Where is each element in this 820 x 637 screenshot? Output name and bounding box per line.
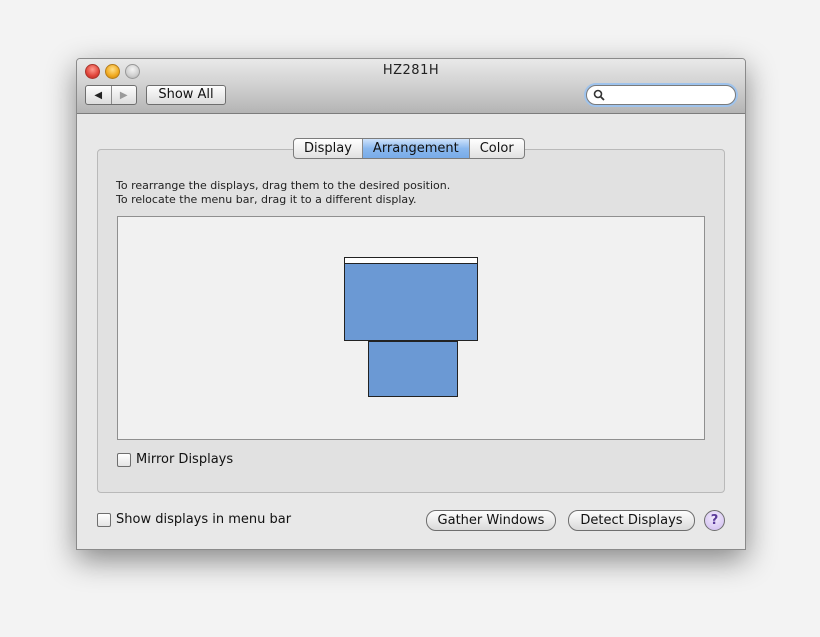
back-arrow-icon[interactable]: ◀ — [86, 86, 112, 104]
show-in-menu-bar-label: Show displays in menu bar — [116, 512, 292, 527]
detect-displays-button[interactable]: Detect Displays — [568, 510, 695, 531]
preferences-window: HZ281H ◀ ▶ Show All Display Arrangement … — [76, 58, 746, 550]
display-arrangement-area — [117, 216, 705, 440]
mirror-displays-row: Mirror Displays — [117, 452, 233, 467]
search-icon — [593, 89, 605, 101]
title-bar: HZ281H ◀ ▶ Show All — [77, 59, 745, 114]
help-button[interactable]: ? — [704, 510, 725, 531]
tab-bar: Display Arrangement Color — [293, 138, 525, 159]
arrangement-instructions: To rearrange the displays, drag them to … — [116, 179, 450, 207]
mirror-displays-checkbox[interactable] — [117, 452, 131, 467]
back-forward-control: ◀ ▶ — [85, 85, 137, 105]
primary-display-thumbnail[interactable] — [344, 263, 478, 341]
secondary-display-thumbnail[interactable] — [368, 341, 458, 397]
forward-arrow-icon[interactable]: ▶ — [112, 86, 137, 104]
instruction-line-rearrange: To rearrange the displays, drag them to … — [116, 179, 451, 192]
tab-arrangement[interactable]: Arrangement — [362, 139, 470, 158]
window-title: HZ281H — [382, 63, 440, 78]
search-field[interactable] — [586, 85, 736, 105]
show-in-menu-bar-row: Show displays in menu bar — [97, 512, 291, 527]
show-in-menu-bar-checkbox[interactable] — [97, 512, 111, 527]
gather-windows-button[interactable]: Gather Windows — [426, 510, 556, 531]
instruction-line-menubar: To relocate the menu bar, drag it to a d… — [116, 193, 417, 206]
mirror-displays-label: Mirror Displays — [136, 452, 234, 467]
search-input[interactable] — [609, 87, 729, 102]
show-all-button[interactable]: Show All — [146, 85, 226, 105]
tab-color[interactable]: Color — [470, 139, 524, 158]
tab-display[interactable]: Display — [294, 139, 363, 158]
